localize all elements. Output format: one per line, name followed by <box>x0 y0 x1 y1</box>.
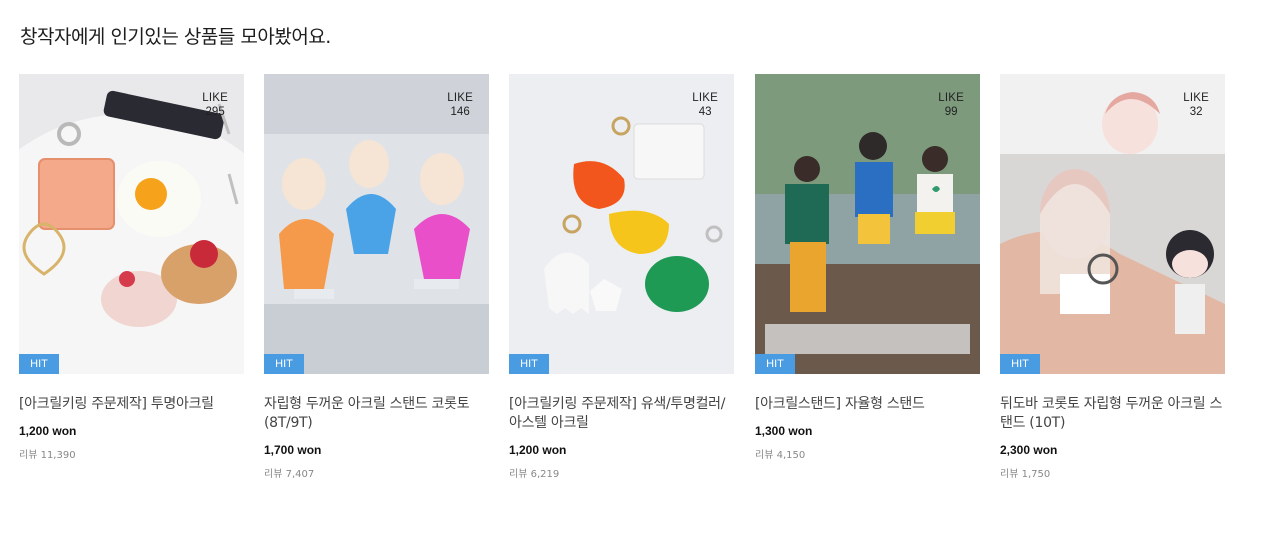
hit-badge: HIT <box>264 354 304 374</box>
product-price: 2,300 won <box>1000 443 1058 457</box>
product-name[interactable]: [아크릴키링 주문제작] 투명아크릴 <box>19 395 244 414</box>
color-keyring-photo <box>509 74 734 374</box>
product-price: 1,200 won <box>509 443 567 457</box>
like-counter[interactable]: LIKE 32 <box>1183 91 1209 119</box>
product-price: 1,700 won <box>264 443 322 457</box>
product-image[interactable]: LIKE 32 HIT <box>1000 74 1225 374</box>
thick-acrylic-stand-photo <box>1000 74 1225 374</box>
review-count: 리뷰 11,390 <box>19 450 76 461</box>
hit-badge: HIT <box>755 354 795 374</box>
product-name[interactable]: [아크릴키링 주문제작] 유색/투명컬러/아스텔 아크릴 <box>509 395 734 433</box>
product-image[interactable]: LIKE 99 HIT <box>755 74 980 374</box>
product-image[interactable]: LIKE 43 HIT <box>509 74 734 374</box>
product-image[interactable]: LIKE 295 HIT <box>19 74 244 374</box>
product-card[interactable]: LIKE 32 HIT 뒤도바 코롯토 자립형 두꺼운 아크릴 스탠드 (10T… <box>1000 74 1225 480</box>
review-count: 리뷰 6,219 <box>509 469 560 480</box>
product-grid: LIKE 295 HIT [아크릴키링 주문제작] 투명아크릴 1,200 wo… <box>19 74 1239 494</box>
product-price: 1,200 won <box>19 424 77 438</box>
section-title: 창작자에게 인기있는 상품들 모아봤어요. <box>20 26 331 48</box>
product-card[interactable]: LIKE 43 HIT [아크릴키링 주문제작] 유색/투명컬러/아스텔 아크릴… <box>509 74 734 480</box>
product-image[interactable]: LIKE 146 HIT <box>264 74 489 374</box>
review-count: 리뷰 4,150 <box>755 450 806 461</box>
standee-photo <box>755 74 980 374</box>
hit-badge: HIT <box>509 354 549 374</box>
acrylic-keyring-photo <box>19 74 244 374</box>
like-count: 146 <box>450 106 470 118</box>
product-name[interactable]: [아크릴스탠드] 자율형 스탠드 <box>755 395 980 414</box>
like-count: 43 <box>698 106 712 118</box>
like-count: 32 <box>1189 106 1203 118</box>
like-count: 99 <box>944 106 958 118</box>
popular-products-section: 창작자에게 인기있는 상품들 모아봤어요. LIKE 295 HIT [아크릴키… <box>0 0 1278 551</box>
hit-badge: HIT <box>19 354 59 374</box>
review-count: 리뷰 1,750 <box>1000 469 1051 480</box>
product-card[interactable]: LIKE 99 HIT [아크릴스탠드] 자율형 스탠드 1,300 won 리… <box>755 74 980 461</box>
product-name[interactable]: 뒤도바 코롯토 자립형 두꺼운 아크릴 스탠드 (10T) <box>1000 395 1225 433</box>
like-counter[interactable]: LIKE 43 <box>692 91 718 119</box>
like-counter[interactable]: LIKE 146 <box>447 91 473 119</box>
product-price: 1,300 won <box>755 424 813 438</box>
like-counter[interactable]: LIKE 99 <box>938 91 964 119</box>
product-card[interactable]: LIKE 146 HIT 자립형 두꺼운 아크릴 스탠드 코롯토 (8T/9T)… <box>264 74 489 480</box>
hit-badge: HIT <box>1000 354 1040 374</box>
like-count: 295 <box>205 106 225 118</box>
review-count: 리뷰 7,407 <box>264 469 315 480</box>
product-card[interactable]: LIKE 295 HIT [아크릴키링 주문제작] 투명아크릴 1,200 wo… <box>19 74 244 461</box>
acrylic-stand-photo <box>264 74 489 374</box>
like-counter[interactable]: LIKE 295 <box>202 91 228 119</box>
product-name[interactable]: 자립형 두꺼운 아크릴 스탠드 코롯토 (8T/9T) <box>264 395 489 433</box>
